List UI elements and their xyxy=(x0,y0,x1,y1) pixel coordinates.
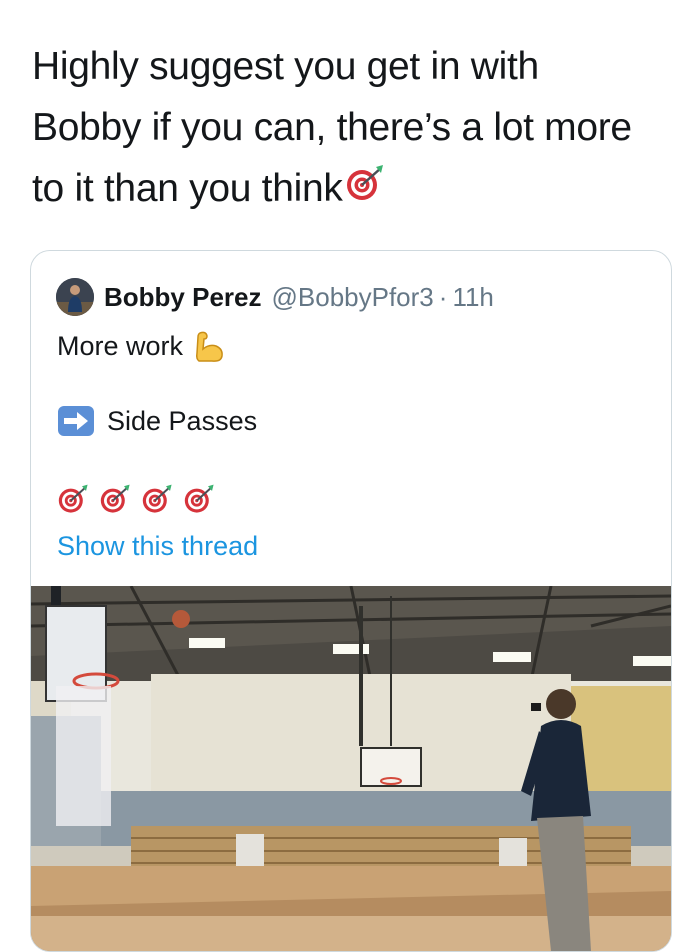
quoted-line-work: More work xyxy=(57,329,227,363)
tweet-text-line-3: to it than you think xyxy=(32,167,343,210)
direct-hit-dart-icon xyxy=(345,160,387,221)
direct-hit-dart-icon xyxy=(183,483,217,515)
dart-emoji-row xyxy=(57,483,217,515)
quoted-line-side-text: Side Passes xyxy=(107,405,258,436)
quoted-line-work-text: More work xyxy=(57,330,184,361)
quoted-tweet-card[interactable]: Bobby Perez @BobbyPfor3 · 11h More work … xyxy=(30,250,672,952)
show-thread-link[interactable]: Show this thread xyxy=(57,531,258,562)
quoted-tweet-header: Bobby Perez @BobbyPfor3 · 11h xyxy=(56,277,494,317)
direct-hit-dart-icon xyxy=(57,483,91,515)
flexed-biceps-icon xyxy=(193,329,227,363)
author-name[interactable]: Bobby Perez xyxy=(104,282,262,313)
author-handle[interactable]: @BobbyPfor3 xyxy=(272,282,434,313)
tweet-text: Highly suggest you get in with Bobby if … xyxy=(32,36,672,221)
tweet-time[interactable]: 11h xyxy=(452,282,493,313)
avatar[interactable] xyxy=(56,278,94,316)
separator-dot: · xyxy=(438,281,448,312)
gym-video-thumbnail[interactable] xyxy=(31,586,671,951)
quoted-line-side-passes: Side Passes xyxy=(57,405,257,437)
direct-hit-dart-icon xyxy=(99,483,133,515)
direct-hit-dart-icon xyxy=(141,483,175,515)
tweet-text-line-1: Highly suggest you get in with xyxy=(32,45,539,88)
right-arrow-icon xyxy=(57,405,95,437)
tweet-text-line-2: Bobby if you can, there’s a lot more xyxy=(32,106,632,149)
